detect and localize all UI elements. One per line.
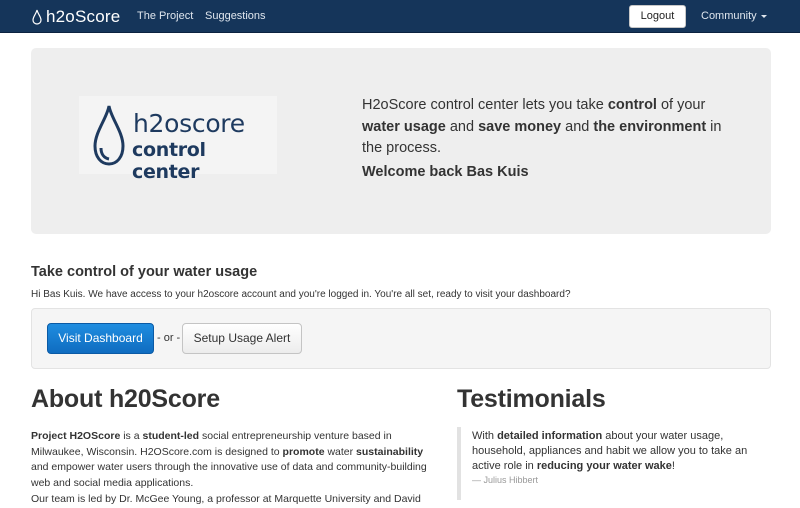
- about-text-part: is a: [120, 430, 143, 442]
- take-control-subtitle: Hi Bas Kuis. We have access to your h2os…: [31, 289, 571, 300]
- visit-dashboard-button[interactable]: Visit Dashboard: [47, 323, 154, 354]
- setup-usage-alert-button[interactable]: Setup Usage Alert: [182, 323, 302, 354]
- take-control-heading: Take control of your water usage: [31, 264, 258, 280]
- logo-text-h2oscore: h2oscore: [133, 109, 245, 138]
- about-text-bold: promote: [282, 445, 325, 458]
- logo-text-control-center: control center: [132, 139, 206, 183]
- top-navbar: h2oScore The Project Suggestions Logout …: [0, 0, 800, 33]
- hero-text-part: H2oScore control center lets you take: [362, 97, 608, 113]
- logout-button[interactable]: Logout: [629, 5, 686, 28]
- testimonial-quote: With detailed information about your wat…: [457, 427, 757, 500]
- about-text-bold: Project H2OScore: [31, 430, 121, 442]
- about-text-part: and empower water users through the inno…: [31, 461, 427, 489]
- brand-link[interactable]: h2oScore: [32, 5, 120, 28]
- hero-text-bold: save money: [478, 118, 562, 135]
- hero-text-part: and: [561, 118, 594, 135]
- hero-description: H2oScore control center lets you take co…: [362, 95, 742, 160]
- about-text-bold: student-led: [142, 430, 200, 442]
- testimonials-heading: Testimonials: [457, 385, 606, 413]
- quote-text-part: !: [671, 460, 675, 472]
- brand-label: h2oScore: [46, 6, 121, 26]
- nav-suggestions[interactable]: Suggestions: [205, 0, 266, 33]
- community-label: Community: [701, 10, 757, 22]
- community-dropdown[interactable]: Community: [701, 0, 767, 33]
- about-text-bold: sustainability: [356, 445, 424, 458]
- hero-text-part: of your: [656, 97, 706, 113]
- quote-text-bold: reducing your water wake: [536, 460, 672, 472]
- about-paragraph: Project H2OScore is a student-led social…: [31, 429, 443, 491]
- hero-text-bold: control: [607, 97, 657, 113]
- water-drop-icon: [93, 105, 125, 166]
- nav-the-project[interactable]: The Project: [137, 0, 193, 33]
- quote-text-part: With: [472, 430, 498, 442]
- about-heading: About h20Score: [31, 385, 220, 413]
- welcome-message: Welcome back Bas Kuis: [362, 164, 529, 180]
- hero-text-part: and: [445, 118, 479, 135]
- control-center-logo: h2oscore control center: [79, 96, 277, 183]
- or-separator: - or -: [157, 332, 181, 344]
- hero-text-bold: the environment: [593, 118, 707, 135]
- about-text-part: water: [324, 445, 357, 458]
- hero-text-bold: water usage: [362, 118, 446, 135]
- caret-down-icon: [760, 14, 767, 18]
- quote-text-bold: detailed information: [497, 430, 603, 442]
- quote-text: With detailed information about your wat…: [472, 427, 757, 474]
- water-drop-icon: [32, 9, 42, 25]
- quote-author: — Julius Hibbert: [472, 475, 539, 485]
